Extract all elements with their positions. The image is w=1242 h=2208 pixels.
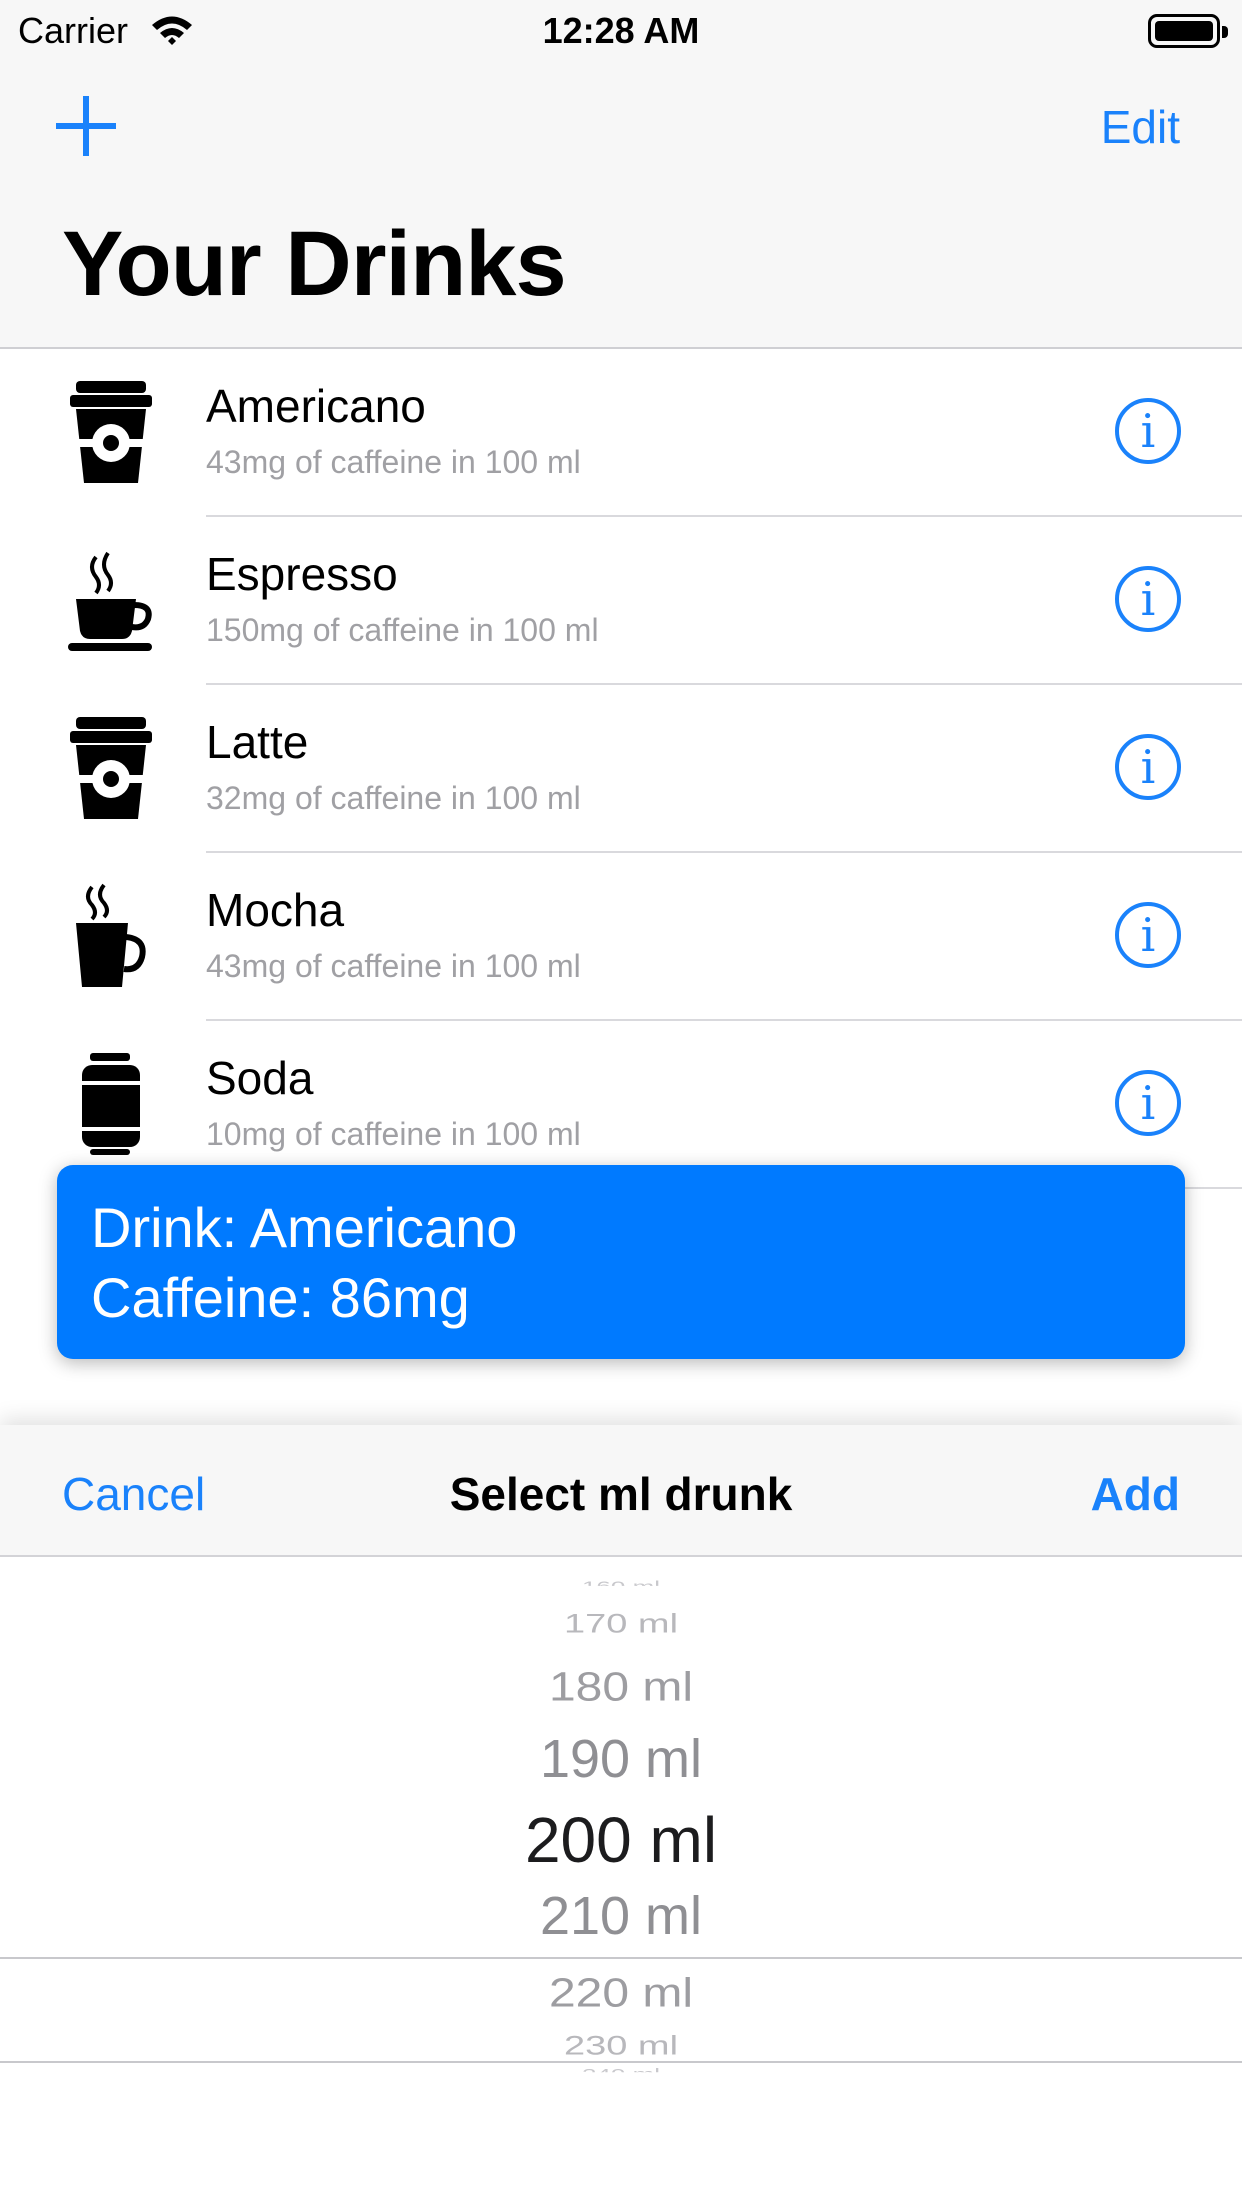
- info-icon[interactable]: i: [1115, 566, 1181, 632]
- picker-option[interactable]: 170 ml: [0, 1609, 1242, 1639]
- info-icon[interactable]: i: [1115, 1070, 1181, 1136]
- mocha-mug-icon: [66, 883, 156, 989]
- navigation-bar: Edit Your Drinks: [0, 62, 1242, 349]
- picker-option[interactable]: 230 ml: [0, 2031, 1242, 2061]
- drink-row-americano[interactable]: Americano 43mg of caffeine in 100 ml i: [0, 349, 1242, 517]
- drink-row-espresso[interactable]: Espresso 150mg of caffeine in 100 ml i: [0, 517, 1242, 685]
- battery-icon: [1148, 14, 1228, 48]
- drink-name: Latte: [206, 716, 309, 768]
- drink-name: Espresso: [206, 548, 398, 600]
- clock: 12:28 AM: [542, 10, 700, 51]
- coffee-cup-to-go-icon: [66, 715, 156, 821]
- drink-name: Soda: [206, 1052, 314, 1104]
- ml-picker-wheel[interactable]: 160 ml 170 ml 180 ml 190 ml 200 ml 210 m…: [0, 1555, 1242, 2155]
- volume-picker-sheet: Cancel Select ml drunk Add 160 ml 170 ml…: [0, 1425, 1242, 2208]
- add-drink-button[interactable]: [56, 96, 116, 156]
- drink-caffeine-description: 150mg of caffeine in 100 ml: [206, 612, 599, 648]
- espresso-cup-icon: [66, 547, 156, 653]
- soda-can-icon: [66, 1051, 156, 1157]
- drink-caffeine-description: 32mg of caffeine in 100 ml: [206, 780, 581, 816]
- picker-option[interactable]: 210 ml: [0, 1885, 1242, 1947]
- picker-option[interactable]: 160 ml: [0, 1578, 1242, 1586]
- drinks-list: Americano 43mg of caffeine in 100 ml i E…: [0, 349, 1242, 1189]
- drink-caffeine-description: 10mg of caffeine in 100 ml: [206, 1116, 581, 1152]
- add-button[interactable]: Add: [1091, 1467, 1180, 1521]
- toast-caffeine-line: Caffeine: 86mg: [91, 1266, 470, 1329]
- info-icon[interactable]: i: [1115, 398, 1181, 464]
- drink-name: Americano: [206, 380, 426, 432]
- status-bar: Carrier 12:28 AM: [0, 0, 1242, 62]
- drink-summary-toast: Drink: Americano Caffeine: 86mg: [57, 1165, 1185, 1359]
- drink-caffeine-description: 43mg of caffeine in 100 ml: [206, 444, 581, 480]
- drink-row-latte[interactable]: Latte 32mg of caffeine in 100 ml i: [0, 685, 1242, 853]
- drink-name: Mocha: [206, 884, 345, 936]
- picker-selected-option[interactable]: 200 ml: [0, 1803, 1242, 1877]
- edit-button[interactable]: Edit: [1101, 100, 1180, 154]
- toast-drink-line: Drink: Americano: [91, 1196, 518, 1259]
- drink-caffeine-description: 43mg of caffeine in 100 ml: [206, 948, 581, 984]
- picker-option[interactable]: 220 ml: [0, 1970, 1242, 2017]
- info-icon[interactable]: i: [1115, 734, 1181, 800]
- info-icon[interactable]: i: [1115, 902, 1181, 968]
- coffee-cup-to-go-icon: [66, 379, 156, 485]
- drink-row-soda[interactable]: Soda 10mg of caffeine in 100 ml i: [0, 1021, 1242, 1189]
- picker-toolbar: Cancel Select ml drunk Add: [0, 1425, 1242, 1557]
- drink-row-mocha[interactable]: Mocha 43mg of caffeine in 100 ml i: [0, 853, 1242, 1021]
- picker-option[interactable]: 180 ml: [0, 1664, 1242, 1711]
- picker-option[interactable]: 240 ml: [0, 2066, 1242, 2073]
- picker-option[interactable]: 190 ml: [0, 1728, 1242, 1790]
- page-title: Your Drinks: [62, 213, 567, 315]
- picker-title: Select ml drunk: [449, 1468, 793, 1520]
